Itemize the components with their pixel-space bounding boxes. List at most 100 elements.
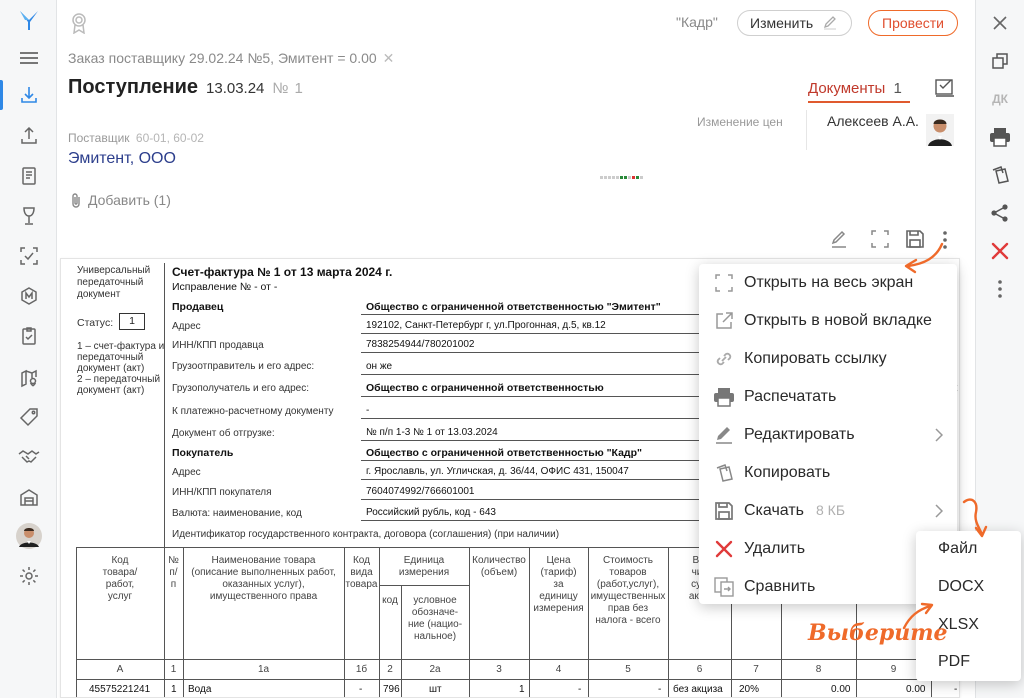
download-docx-option[interactable]: DOCX <box>938 578 984 596</box>
side-note-5: документ (акт) <box>77 385 145 396</box>
breadcrumb-text: Заказ поставщику 29.02.24 №5, Эмитент = … <box>68 50 377 66</box>
handshake-icon[interactable] <box>15 443 43 471</box>
pencil-icon <box>713 424 735 446</box>
col-header-unit-code: код <box>382 595 398 606</box>
tag-icon[interactable] <box>15 403 43 431</box>
shipper-value: он же <box>366 361 393 372</box>
seller-inn-label: ИНН/КПП продавца <box>172 340 264 351</box>
download-pdf-option[interactable]: PDF <box>938 653 970 671</box>
responsible-avatar[interactable] <box>926 114 954 146</box>
download-size: 8 КБ <box>816 502 846 518</box>
table-line <box>361 374 701 375</box>
menu-item-label: Открыть на весь экран <box>744 274 914 291</box>
menu-item-label: Копировать ссылку <box>744 350 887 367</box>
tasks-icon[interactable] <box>15 322 43 350</box>
responsible-name[interactable]: Алексеев А.А. <box>827 113 919 129</box>
download-file-option[interactable]: Файл <box>938 540 977 558</box>
incoming-icon[interactable] <box>15 81 43 109</box>
app-logo-icon[interactable] <box>15 6 43 34</box>
dk-label[interactable]: ДК <box>986 85 1014 113</box>
row-name: Вода <box>188 684 212 695</box>
copy-icon[interactable] <box>986 161 1014 189</box>
contract-label: Идентификатор государственного контракта… <box>172 529 560 540</box>
map-pin-icon[interactable] <box>15 364 43 392</box>
document-date[interactable]: 13.03.24 <box>206 80 264 97</box>
menu-item-download[interactable]: Скачать 8 КБ <box>699 492 957 530</box>
row-unit-name: шт <box>429 684 442 695</box>
close-breadcrumb-icon[interactable]: ✕ <box>383 50 395 66</box>
col-header-qty: Количество (объем) <box>472 555 526 578</box>
table-line <box>164 263 165 547</box>
side-note-3: документ (акт) <box>77 363 145 374</box>
table-line <box>361 418 701 419</box>
col-header-unit: Единица измерения <box>398 555 450 578</box>
org-name[interactable]: "Кадр" <box>676 14 718 30</box>
price-change-link[interactable]: Изменение цен <box>697 115 783 129</box>
idx-cell: 1б <box>355 664 368 675</box>
menu-icon[interactable] <box>15 44 43 72</box>
side-note-4: 2 – передаточный <box>77 374 161 385</box>
delete-x-icon[interactable] <box>986 237 1014 265</box>
menu-item-label: Распечатать <box>744 388 837 405</box>
shipping-doc-value: № п/п 1-3 № 1 от 13.03.2024 <box>366 427 498 438</box>
share-icon[interactable] <box>986 199 1014 227</box>
post-button[interactable]: Провести <box>868 10 958 36</box>
copy-icon <box>713 462 735 484</box>
goblet-icon[interactable] <box>15 202 43 230</box>
table-line <box>76 659 959 660</box>
col-header-name: Наименование товара (описание выполненных… <box>191 555 336 602</box>
status-label: Статус: <box>77 317 114 329</box>
more-options-icon[interactable] <box>986 275 1014 303</box>
edit-document-icon[interactable] <box>829 229 849 249</box>
table-line <box>76 679 959 680</box>
table-line <box>361 333 701 334</box>
side-note-1: 1 – счет-фактура и <box>77 341 165 352</box>
outgoing-icon[interactable] <box>15 122 43 150</box>
number-label: № <box>272 80 289 97</box>
warehouse-icon[interactable] <box>15 483 43 511</box>
active-indicator <box>0 80 3 110</box>
add-attachment-button[interactable]: Добавить (1) <box>70 192 171 208</box>
row-kind: - <box>359 684 363 695</box>
buyer-label: Покупатель <box>172 447 234 459</box>
printer-icon[interactable] <box>986 123 1014 151</box>
document-check-icon[interactable] <box>934 77 956 97</box>
row-num: 1 <box>171 684 177 695</box>
row-rate: 20% <box>739 684 760 695</box>
idx-cell: 8 <box>815 664 822 675</box>
menu-item-copy-link[interactable]: Копировать ссылку <box>699 340 957 378</box>
edit-button[interactable]: Изменить <box>737 10 852 36</box>
table-line <box>361 479 701 480</box>
documents-icon[interactable] <box>15 162 43 190</box>
duplicate-icon[interactable] <box>986 47 1014 75</box>
supplier-accounts[interactable]: 60-01, 60-02 <box>136 131 204 145</box>
row-unit-code: 796 <box>383 684 400 695</box>
fullscreen-icon[interactable] <box>870 229 890 249</box>
settings-gear-icon[interactable] <box>15 562 43 590</box>
supplier-name[interactable]: Эмитент, ООО <box>68 150 176 168</box>
document-title-row: Поступление 13.03.24 № 1 <box>68 76 303 99</box>
close-icon[interactable] <box>986 9 1014 37</box>
menu-item-print[interactable]: Распечатать <box>699 378 957 416</box>
idx-cell: 1 <box>170 664 177 675</box>
document-number[interactable]: 1 <box>295 80 303 97</box>
row-total: 0.00 <box>906 684 926 695</box>
buyer-inn: 7604074992/766601001 <box>366 486 475 497</box>
col-header-unit-name: условное обозначе-ние (нацио-нальное) <box>407 595 463 642</box>
menu-item-new-tab[interactable]: Открыть в новой вкладке <box>699 302 957 340</box>
delete-x-icon <box>713 538 735 560</box>
scan-icon[interactable] <box>15 242 43 270</box>
award-icon[interactable] <box>70 12 88 34</box>
breadcrumb[interactable]: Заказ поставщику 29.02.24 №5, Эмитент = … <box>68 50 394 67</box>
compare-icon <box>713 576 735 598</box>
row-extra: - <box>954 684 958 695</box>
table-line <box>361 499 701 500</box>
idx-cell: 6 <box>696 664 703 675</box>
idx-cell: 2 <box>387 664 393 675</box>
marking-icon[interactable] <box>15 282 43 310</box>
user-avatar[interactable] <box>14 521 44 551</box>
idx-cell: 2а <box>429 664 441 675</box>
tab-documents[interactable]: Документы 1 <box>808 80 902 97</box>
menu-item-edit[interactable]: Редактировать <box>699 416 957 454</box>
menu-item-copy[interactable]: Копировать <box>699 454 957 492</box>
